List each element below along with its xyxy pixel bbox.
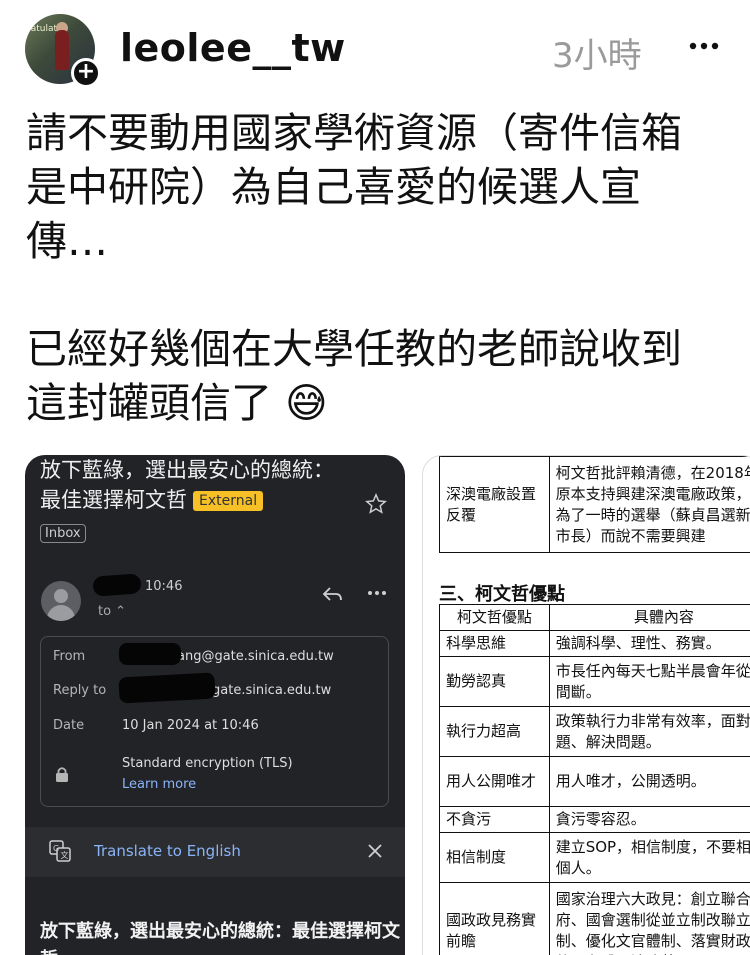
redacted-reply-to (118, 672, 216, 704)
reply-to-value: gate.sinica.edu.tw (212, 683, 332, 698)
table-cell-item: 勤勞認真 (439, 656, 550, 707)
translate-icon: G 文 (49, 840, 71, 862)
username[interactable]: leolee__tw (120, 26, 346, 70)
section-heading: 三、柯文哲優點 (439, 584, 565, 605)
email-details-panel: From ang@gate.sinica.edu.tw Reply to gat… (40, 636, 389, 807)
sender-avatar-icon (41, 581, 81, 621)
table-header-content: 具體內容 (548, 604, 750, 631)
recipient-toggle[interactable]: to ⌃ (98, 604, 126, 619)
reply-to-label: Reply to (53, 683, 107, 698)
post-body-text: 請不要動用國家學術資源（寄件信箱 是中研院）為自己喜愛的候選人宣 傳… 已經好幾… (26, 109, 682, 427)
from-label: From (53, 649, 86, 664)
svg-text:G: G (53, 844, 59, 853)
reply-icon[interactable] (321, 585, 343, 603)
email-subject: 放下藍綠，選出最安心的總統：最佳選擇柯文哲 External (40, 455, 340, 515)
external-badge: External (193, 491, 264, 511)
table-row: 不貪污 貪污零容忍。 (439, 806, 750, 833)
sender-avatar-head (54, 589, 68, 603)
table-row: 國政政見務實前瞻 國家治理六大政見：創立聯合政府、國會選制從並立制改聯立制、優化… (439, 882, 750, 955)
translate-bar[interactable]: G 文 Translate to English (25, 827, 405, 877)
table-cell-content: 用人唯才，公開透明。 (548, 756, 750, 807)
post-timestamp: 3小時 (552, 36, 642, 76)
table-row: 勤勞認真 市長任內每天七點半晨會年從不間斷。 (439, 656, 750, 707)
table-cell-content: 國家治理六大政見：創立聯合政府、國會選制從並立制改聯立制、優化文官體制、落實財政… (548, 882, 750, 955)
redacted-from (119, 643, 181, 665)
email-body-title: 放下藍綠，選出最安心的總統：最佳選擇柯文哲 (40, 921, 400, 955)
policy-comparison-table: 深澳電廠設置反覆 柯文哲批評賴清德，在2018年原本支持興建深澳電廠政策，卻為了… (439, 456, 750, 553)
table-cell-item: 國政政見務實前瞻 (439, 882, 550, 955)
date-value: 10 Jan 2024 at 10:46 (122, 718, 259, 733)
table-header-item: 柯文哲優點 (439, 604, 550, 631)
svg-text:文: 文 (61, 850, 69, 860)
table-cell-content: 市長任內每天七點半晨會年從不間斷。 (548, 656, 750, 707)
table-cell-item: 深澳電廠設置反覆 (439, 456, 550, 553)
encryption-value: Standard encryption (TLS) (122, 756, 293, 771)
table-row: 深澳電廠設置反覆 柯文哲批評賴清德，在2018年原本支持興建深澳電廠政策，卻為了… (439, 456, 750, 553)
learn-more-link[interactable]: Learn more (122, 777, 196, 792)
redacted-sender-name (92, 573, 142, 597)
attached-image-email-screenshot[interactable]: 放下藍綠，選出最安心的總統：最佳選擇柯文哲 External Inbox 10:4… (25, 455, 405, 955)
email-more-icon[interactable] (367, 589, 387, 597)
table-cell-item: 不貪污 (439, 806, 550, 833)
table-row: 科學思維 強調科學、理性、務實。 (439, 630, 750, 657)
translate-label[interactable]: Translate to English (94, 842, 241, 860)
ko-advantages-table: 柯文哲優點 具體內容 科學思維 強調科學、理性、務實。 勤勞認真 市長任內每天七… (439, 604, 750, 955)
table-cell-content: 建立SOP，相信制度，不要相信個人。 (548, 832, 750, 883)
table-cell-item: 相信制度 (439, 832, 550, 883)
table-cell-content: 柯文哲批評賴清德，在2018年原本支持興建深澳電廠政策，卻為了一時的選舉（蘇貞昌… (548, 456, 750, 553)
lock-icon (56, 767, 68, 782)
table-cell-item: 執行力超高 (439, 706, 550, 757)
table-cell-content: 強調科學、理性、務實。 (548, 630, 750, 657)
email-subject-text: 放下藍綠，選出最安心的總統：最佳選擇柯文哲 (40, 458, 334, 512)
table-row: 用人公開唯才 用人唯才，公開透明。 (439, 756, 750, 807)
date-label: Date (53, 718, 85, 733)
table-cell-content: 貪污零容忍。 (548, 806, 750, 833)
star-icon[interactable] (365, 493, 387, 515)
inbox-label[interactable]: Inbox (40, 524, 86, 543)
from-value: ang@gate.sinica.edu.tw (177, 649, 334, 664)
close-icon[interactable] (367, 843, 383, 859)
attached-image-document-screenshot[interactable]: 深澳電廠設置反覆 柯文哲批評賴清德，在2018年原本支持興建深澳電廠政策，卻為了… (422, 455, 750, 955)
more-options-icon[interactable] (688, 36, 720, 56)
table-row: 相信制度 建立SOP，相信制度，不要相信個人。 (439, 832, 750, 883)
table-cell-item: 用人公開唯才 (439, 756, 550, 807)
table-header-row: 柯文哲優點 具體內容 (439, 604, 750, 631)
email-time: 10:46 (145, 579, 183, 594)
follow-plus-button[interactable]: + (71, 58, 101, 88)
table-cell-content: 政策執行力非常有效率，面對問題、解決問題。 (548, 706, 750, 757)
sender-avatar-body (47, 605, 75, 621)
table-cell-item: 科學思維 (439, 630, 550, 657)
table-row: 執行力超高 政策執行力非常有效率，面對問題、解決問題。 (439, 706, 750, 757)
avatar-figure-body (55, 30, 69, 70)
